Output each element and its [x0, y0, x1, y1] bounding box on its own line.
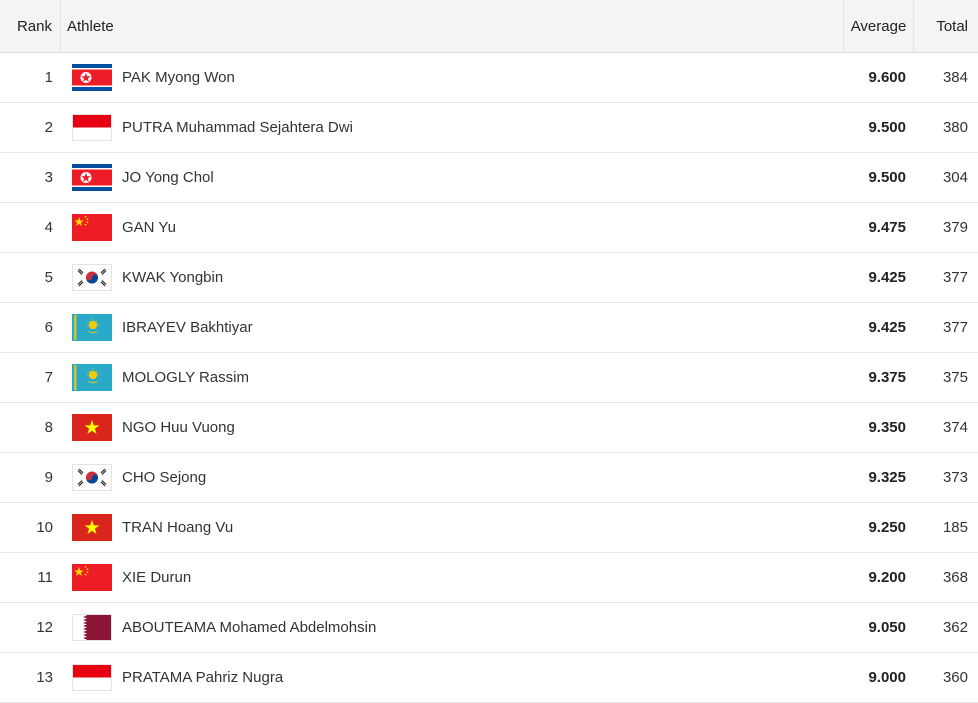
rank-cell: 6	[44, 319, 53, 336]
column-header-athlete[interactable]: Athlete	[61, 0, 844, 52]
rank-cell: 4	[44, 219, 53, 236]
average-cell: 9.200	[868, 569, 906, 586]
total-cell: 374	[942, 419, 968, 436]
table-row[interactable]: 6 IBRAYEV Bakhtiyar 9.425 377	[0, 303, 978, 353]
athlete-cell: ABOUTEAMA Mohamed Abdelmohsin	[61, 614, 844, 641]
average-cell: 9.475	[868, 219, 906, 236]
total-cell: 304	[942, 169, 968, 186]
table-row[interactable]: 10 TRAN Hoang Vu 9.250 185	[0, 503, 978, 553]
rank-cell: 13	[36, 669, 53, 686]
north-korea-flag-icon	[72, 164, 112, 191]
table-row[interactable]: 9 CHO Sejong 9.325 373	[0, 453, 978, 503]
average-cell: 9.500	[868, 119, 906, 136]
average-cell: 9.425	[868, 269, 906, 286]
athlete-cell: KWAK Yongbin	[61, 264, 844, 291]
rank-cell: 11	[37, 569, 53, 586]
average-cell: 9.600	[868, 69, 906, 86]
average-cell: 9.325	[868, 469, 906, 486]
athlete-name[interactable]: JO Yong Chol	[122, 169, 214, 186]
total-cell: 377	[942, 319, 968, 336]
table-row[interactable]: 12 ABOUTEAMA Mohamed Abdelmohsin 9.050 362	[0, 603, 978, 653]
rank-cell: 2	[44, 119, 53, 136]
rank-cell: 3	[44, 169, 53, 186]
table-row[interactable]: 11 XIE Durun 9.200 368	[0, 553, 978, 603]
total-cell: 360	[942, 669, 968, 686]
south-korea-flag-icon	[72, 264, 112, 291]
athlete-cell: GAN Yu	[61, 214, 844, 241]
athlete-name[interactable]: NGO Huu Vuong	[122, 419, 235, 436]
athlete-name[interactable]: MOLOGLY Rassim	[122, 369, 249, 386]
total-cell: 384	[942, 69, 968, 86]
kazakhstan-flag-icon	[72, 314, 112, 341]
total-cell: 373	[942, 469, 968, 486]
rank-cell: 8	[44, 419, 53, 436]
rank-cell: 7	[44, 369, 53, 386]
column-header-rank[interactable]: Rank	[0, 0, 61, 52]
athlete-cell: JO Yong Chol	[61, 164, 844, 191]
athlete-name[interactable]: IBRAYEV Bakhtiyar	[122, 319, 253, 336]
total-cell: 375	[942, 369, 968, 386]
table-row[interactable]: 4 GAN Yu 9.475 379	[0, 203, 978, 253]
athlete-name[interactable]: PRATAMA Pahriz Nugra	[122, 669, 283, 686]
athlete-cell: XIE Durun	[61, 564, 844, 591]
athlete-cell: CHO Sejong	[61, 464, 844, 491]
athlete-name[interactable]: PAK Myong Won	[122, 69, 235, 86]
athlete-cell: TRAN Hoang Vu	[61, 514, 844, 541]
average-cell: 9.250	[868, 519, 906, 536]
athlete-name[interactable]: GAN Yu	[122, 219, 176, 236]
rank-cell: 1	[44, 69, 53, 86]
athlete-cell: IBRAYEV Bakhtiyar	[61, 314, 844, 341]
total-cell: 380	[942, 119, 968, 136]
athlete-cell: PRATAMA Pahriz Nugra	[61, 664, 844, 691]
total-cell: 379	[942, 219, 968, 236]
athlete-name[interactable]: CHO Sejong	[122, 469, 206, 486]
average-cell: 9.050	[868, 619, 906, 636]
total-cell: 368	[942, 569, 968, 586]
results-table: Rank Athlete Average Total 1 PAK Myong W…	[0, 0, 978, 703]
athlete-name[interactable]: PUTRA Muhammad Sejahtera Dwi	[122, 119, 353, 136]
rank-cell: 9	[44, 469, 53, 486]
athlete-name[interactable]: XIE Durun	[122, 569, 191, 586]
athlete-cell: PUTRA Muhammad Sejahtera Dwi	[61, 114, 844, 141]
table-row[interactable]: 3 JO Yong Chol 9.500 304	[0, 153, 978, 203]
athlete-name[interactable]: KWAK Yongbin	[122, 269, 223, 286]
table-row[interactable]: 2 PUTRA Muhammad Sejahtera Dwi 9.500 380	[0, 103, 978, 153]
athlete-name[interactable]: TRAN Hoang Vu	[122, 519, 233, 536]
table-header: Rank Athlete Average Total	[0, 0, 978, 53]
rank-cell: 10	[36, 519, 53, 536]
china-flag-icon	[72, 214, 112, 241]
total-cell: 185	[942, 519, 968, 536]
column-header-average[interactable]: Average	[844, 0, 914, 52]
total-cell: 362	[942, 619, 968, 636]
average-cell: 9.000	[868, 669, 906, 686]
south-korea-flag-icon	[72, 464, 112, 491]
athlete-cell: NGO Huu Vuong	[61, 414, 844, 441]
table-row[interactable]: 8 NGO Huu Vuong 9.350 374	[0, 403, 978, 453]
china-flag-icon	[72, 564, 112, 591]
rank-cell: 12	[36, 619, 53, 636]
vietnam-flag-icon	[72, 514, 112, 541]
athlete-cell: PAK Myong Won	[61, 64, 844, 91]
athlete-cell: MOLOGLY Rassim	[61, 364, 844, 391]
average-cell: 9.350	[868, 419, 906, 436]
indonesia-flag-icon	[72, 114, 112, 141]
table-row[interactable]: 1 PAK Myong Won 9.600 384	[0, 53, 978, 103]
qatar-flag-icon	[72, 614, 112, 641]
average-cell: 9.500	[868, 169, 906, 186]
table-row[interactable]: 5 KWAK Yongbin 9.425 377	[0, 253, 978, 303]
table-row[interactable]: 13 PRATAMA Pahriz Nugra 9.000 360	[0, 653, 978, 703]
indonesia-flag-icon	[72, 664, 112, 691]
table-row[interactable]: 7 MOLOGLY Rassim 9.375 375	[0, 353, 978, 403]
average-cell: 9.425	[868, 319, 906, 336]
rank-cell: 5	[44, 269, 53, 286]
kazakhstan-flag-icon	[72, 364, 112, 391]
column-header-total[interactable]: Total	[914, 0, 978, 52]
total-cell: 377	[942, 269, 968, 286]
table-body: 1 PAK Myong Won 9.600 384 2 PUTRA Muhammad …	[0, 53, 978, 703]
north-korea-flag-icon	[72, 64, 112, 91]
vietnam-flag-icon	[72, 414, 112, 441]
athlete-name[interactable]: ABOUTEAMA Mohamed Abdelmohsin	[122, 619, 376, 636]
average-cell: 9.375	[868, 369, 906, 386]
